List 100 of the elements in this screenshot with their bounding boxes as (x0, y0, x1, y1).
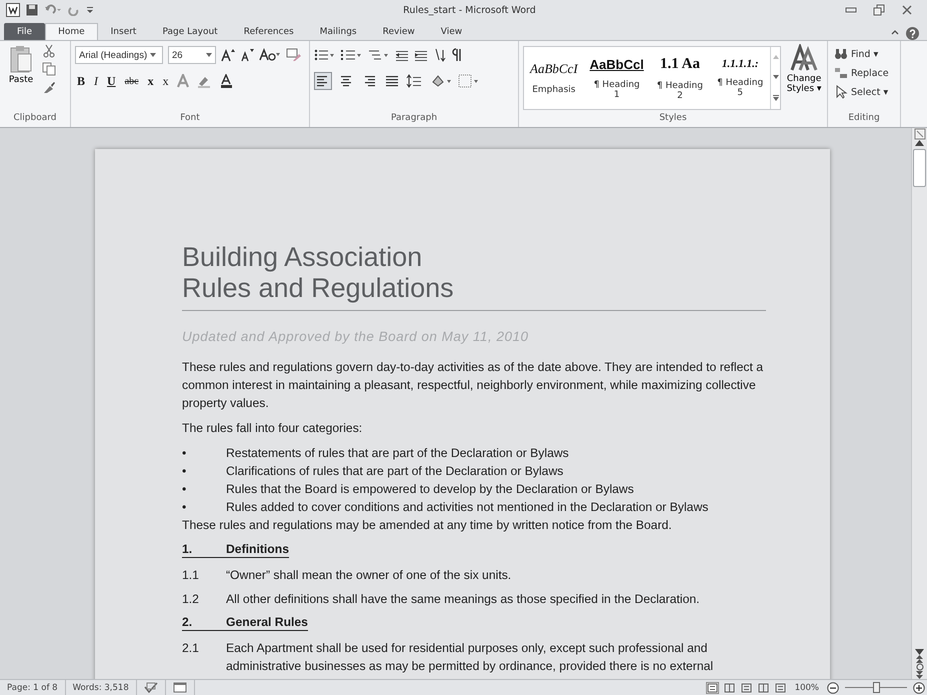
scroll-thumb[interactable] (913, 149, 926, 187)
web-layout-view-button[interactable] (740, 682, 753, 694)
subscript-button[interactable]: x (146, 74, 156, 88)
list-item-text: All other definitions shall have the same meanings as those specified in the Declaration. (226, 591, 700, 608)
decrease-indent-icon[interactable] (395, 49, 409, 61)
style-gallery-item[interactable]: AaBbCcl ¶ Heading 1 (584, 47, 650, 109)
grow-font-icon[interactable] (221, 48, 235, 62)
draft-view-button[interactable] (774, 682, 787, 694)
scroll-down-icon[interactable] (915, 649, 924, 655)
align-center-icon (339, 74, 353, 88)
dropdown-icon (150, 53, 156, 57)
outline-icon (758, 682, 769, 692)
paragraph: The rules fall into four categories: (182, 420, 364, 437)
customize-icon[interactable] (86, 5, 94, 15)
style-gallery-item[interactable]: AaBbCcI Emphasis (524, 47, 584, 109)
section-heading: Definitions (226, 541, 289, 558)
style-gallery-item[interactable]: 1.1.1.1.: ¶ Heading 5 (710, 47, 770, 109)
item-number: 1.1 (182, 567, 200, 584)
ribbon-tab[interactable]: Review (370, 23, 428, 40)
align-right-icon (362, 74, 376, 88)
full-screen-icon (724, 682, 735, 692)
group-label: Paragraph (390, 113, 438, 125)
pilcrow-icon[interactable] (452, 48, 462, 62)
macro-icon[interactable] (172, 682, 187, 693)
draft-icon (774, 682, 786, 692)
list-item-text: Each Apartment shall be used for residential purposes only, except such professional and administrative businesses as may be permitted by ordinance, provided there is no external (226, 640, 714, 675)
ribbon-tab[interactable]: Mailings (306, 23, 370, 40)
zoom-in-icon[interactable] (913, 682, 925, 694)
list-item-text: “Owner” shall mean the owner of one of the six units. (226, 567, 512, 584)
paragraph: These rules and regulations govern day-to-day activities as of the date above. They are intended to reflect a common interest in maintaining a pleasant, respectful, neighborly environment, while maximizing collective property values. (182, 359, 764, 412)
zoom-level[interactable]: 100% (794, 682, 819, 692)
font-size-field[interactable]: 26 (168, 46, 216, 64)
ribbon-tab[interactable]: Insert (98, 23, 150, 40)
ruler-toggle-icon[interactable] (914, 128, 926, 140)
web-layout-icon (740, 682, 752, 692)
clear-formatting-icon[interactable] (286, 48, 302, 62)
justify-icon (385, 74, 399, 88)
italic-button[interactable]: I (92, 74, 100, 88)
proofing-icon[interactable] (144, 682, 158, 693)
bold-button[interactable]: B (75, 74, 88, 88)
close-icon[interactable] (901, 4, 913, 16)
document-subtitle: Updated and Approved by the Board on May 11, 2010 (182, 329, 530, 344)
increase-indent-icon[interactable] (414, 49, 428, 61)
window-title: Rules_start - Microsoft Word (402, 4, 537, 16)
print-layout-view-button[interactable] (706, 682, 719, 694)
bullets-icon[interactable] (314, 49, 336, 61)
text-effects-icon[interactable] (176, 74, 192, 88)
help-icon[interactable] (906, 27, 919, 40)
font-name-field[interactable]: Arial (Headings) (75, 46, 163, 64)
underline-button[interactable]: U (105, 74, 118, 88)
paragraph: These rules and regulations may be amended at any time by written notice from the Board. (182, 517, 673, 534)
group-label: Clipboard (12, 113, 58, 125)
zoom-slider-thumb[interactable] (873, 682, 880, 693)
zoom-out-icon[interactable] (827, 682, 839, 694)
word-count[interactable]: Words: 3,518 (66, 680, 137, 695)
align-left-button[interactable] (314, 72, 332, 90)
bullet-marker: • (182, 481, 188, 498)
ribbon-tab[interactable]: File (4, 23, 46, 40)
numbering-icon[interactable] (341, 49, 363, 61)
change-case-icon[interactable] (259, 48, 281, 62)
section-number: 2. (182, 614, 226, 631)
ribbon-tab[interactable]: References (230, 23, 307, 40)
print-layout-icon (706, 682, 718, 692)
change-styles-button[interactable]: Change Styles ▾ (785, 44, 823, 113)
select-button[interactable]: Select ▾ (832, 84, 891, 100)
undo-icon[interactable] (44, 4, 62, 16)
multilevel-list-icon[interactable] (368, 49, 390, 61)
restore-icon[interactable] (873, 4, 885, 16)
scissors-icon[interactable] (42, 44, 56, 58)
style-gallery-item[interactable]: 1.1 Aa ¶ Heading 2 (650, 47, 710, 109)
replace-button[interactable]: Replace (832, 65, 891, 81)
strikethrough-button[interactable]: abc (122, 76, 141, 86)
ribbon-tab[interactable]: View (428, 23, 476, 40)
find-button[interactable]: Find ▾ (832, 46, 891, 62)
section-number: 1. (182, 541, 226, 558)
document-title: Building Association (182, 242, 424, 273)
superscript-button[interactable]: x (160, 74, 171, 88)
ribbon-tab[interactable]: Home (45, 23, 98, 40)
sort-icon[interactable] (433, 48, 447, 62)
copy-icon[interactable] (42, 62, 56, 76)
shading-icon[interactable] (431, 74, 453, 88)
borders-icon[interactable] (458, 74, 480, 88)
ribbon-tab[interactable]: Page Layout (149, 23, 231, 40)
scroll-down-icon[interactable] (772, 75, 779, 79)
full-screen-view-button[interactable] (722, 682, 736, 694)
browse-object-icon[interactable] (916, 663, 924, 671)
list-item-text: Rules added to cover conditions and activities not mentioned in the Declaration or Bylaws (226, 499, 708, 516)
outline-view-button[interactable] (756, 682, 770, 694)
next-page-icon[interactable] (916, 671, 923, 679)
group-label: Styles (658, 113, 688, 125)
cursor-icon (834, 85, 848, 99)
save-icon[interactable] (26, 4, 38, 16)
more-icon[interactable] (772, 95, 779, 101)
word-logo-icon[interactable] (6, 3, 20, 17)
shrink-font-icon[interactable] (240, 48, 254, 62)
bullet-marker: • (182, 445, 188, 462)
page-count[interactable]: Page: 1 of 8 (0, 680, 66, 695)
paste-button[interactable]: Paste (4, 44, 38, 113)
brush-icon[interactable] (42, 80, 56, 94)
previous-page-icon[interactable] (916, 655, 923, 663)
